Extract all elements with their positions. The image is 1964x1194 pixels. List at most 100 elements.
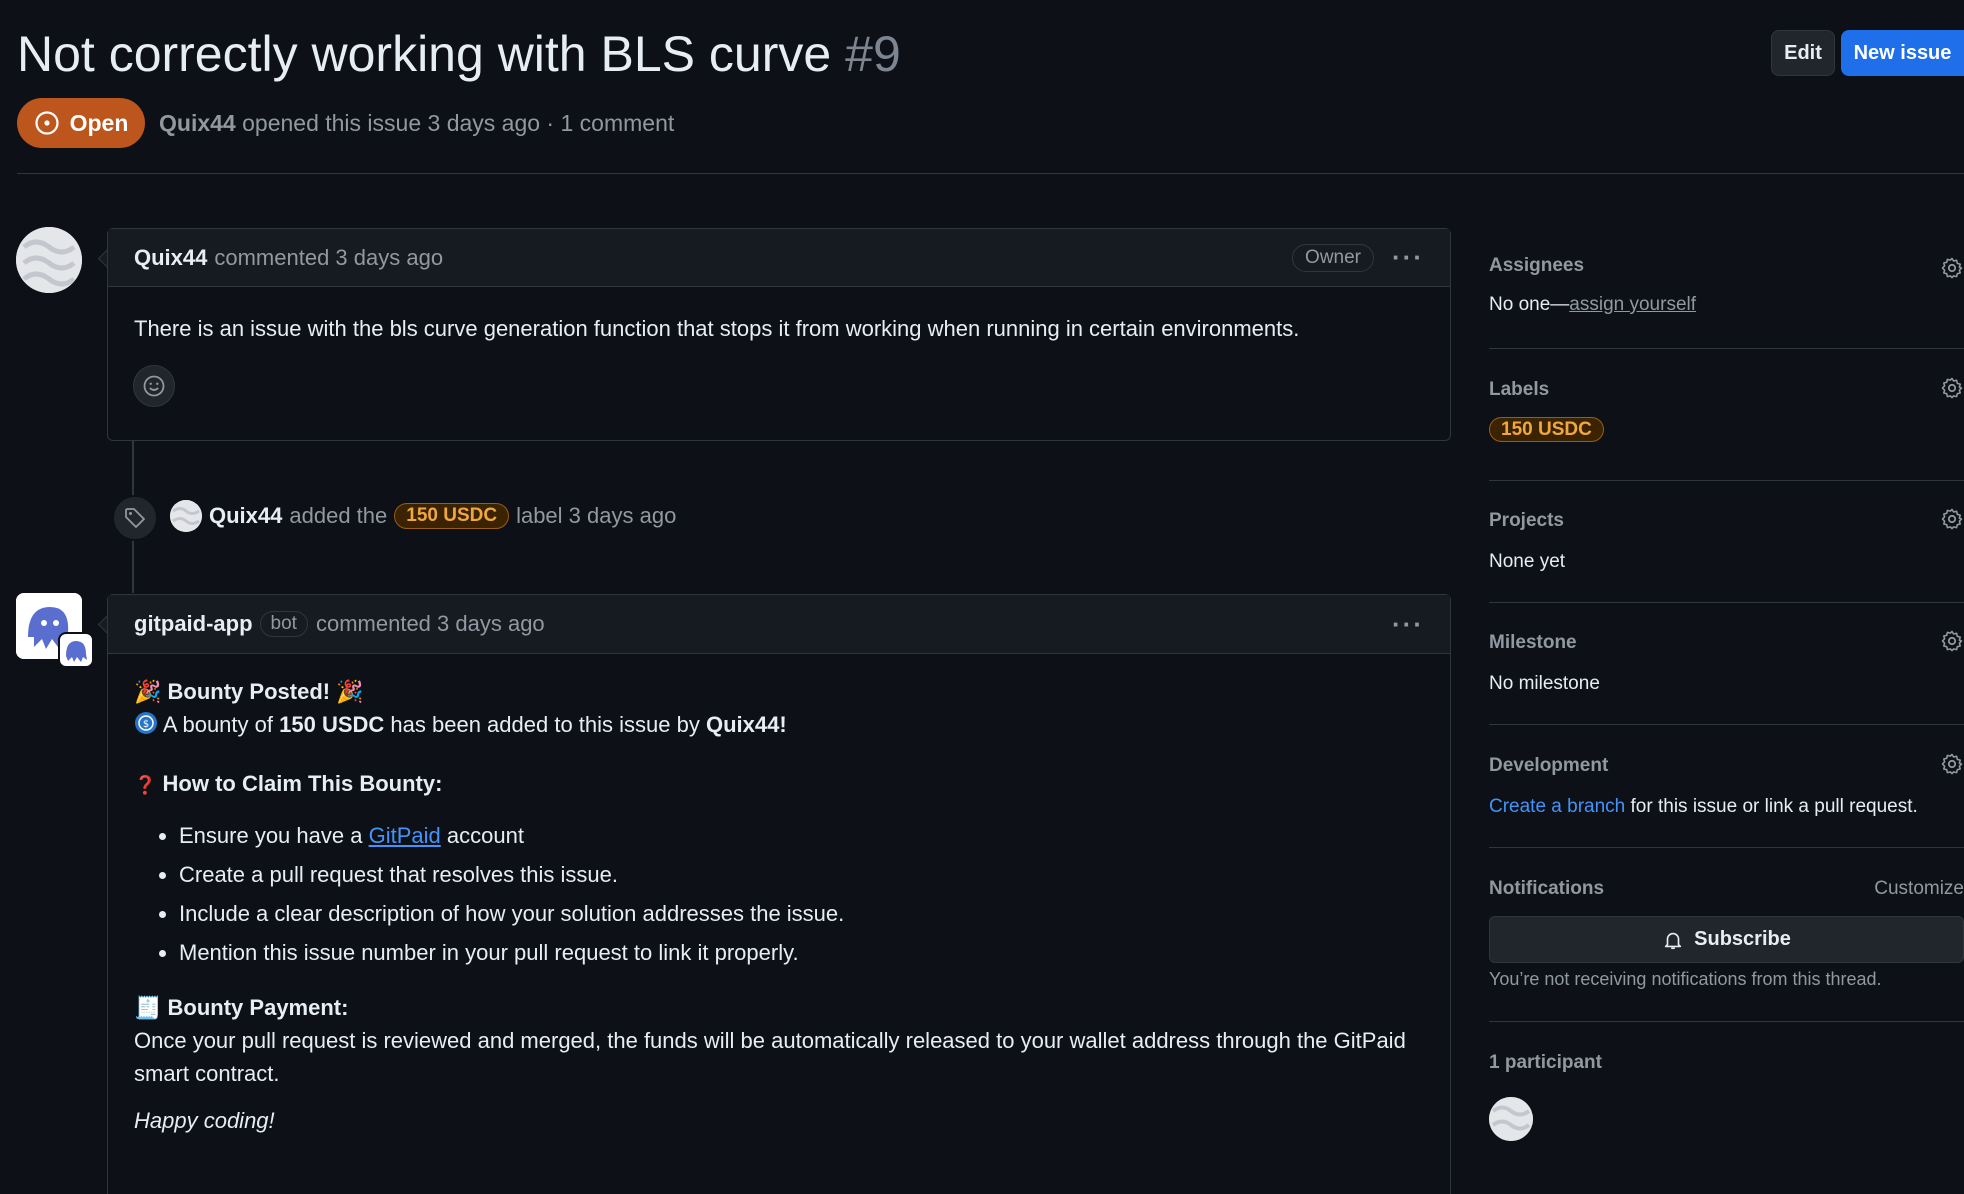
- sidebar-projects: Projects None yet: [1489, 481, 1964, 603]
- bot-comment-header: gitpaid-app bot commented 3 days ago ···: [108, 595, 1450, 654]
- party-icon: 🎉: [336, 679, 364, 704]
- sidebar-development: Development Create a branch for this iss…: [1489, 725, 1964, 848]
- sidebar-assignees: Assignees No one—assign yourself: [1489, 232, 1964, 349]
- add-reaction-button[interactable]: [133, 365, 175, 407]
- milestone-value: No milestone: [1489, 673, 1600, 694]
- event-text-before: added the: [289, 503, 388, 528]
- comment-options-icon[interactable]: ···: [1392, 242, 1424, 273]
- claim-heading: ❓ How to Claim This Bounty:: [134, 767, 1424, 802]
- step1-prefix: Ensure you have a: [179, 823, 363, 848]
- event-text-after[interactable]: label 3 days ago: [516, 503, 676, 529]
- tag-icon: [125, 508, 145, 528]
- customize-link[interactable]: Customize: [1874, 878, 1964, 900]
- claim-heading-text: How to Claim This Bounty:: [162, 771, 443, 796]
- bounty-heading-text: Bounty Posted!: [167, 679, 331, 704]
- bot-avatar-overlay: [58, 632, 94, 668]
- assign-yourself-link[interactable]: assign yourself: [1569, 294, 1696, 315]
- bounty-prefix: A bounty of: [162, 712, 273, 737]
- assignees-title[interactable]: Assignees: [1489, 255, 1964, 277]
- bot-comment-box: gitpaid-app bot commented 3 days ago ···…: [107, 594, 1451, 1194]
- notifications-note: You’re not receiving notifications from …: [1489, 969, 1882, 989]
- avatar-pattern-icon: [170, 500, 202, 532]
- payment-heading: 🧾 Bounty Payment:: [134, 991, 1424, 1024]
- assignees-value: No one—assign yourself: [1489, 294, 1964, 316]
- bounty-user: Quix44!: [705, 712, 787, 737]
- gear-icon[interactable]: [1940, 507, 1964, 531]
- bounty-amount: 150 USDC: [279, 712, 385, 737]
- label-event: Quix44 added the 150 USDC label 3 days a…: [170, 499, 676, 533]
- gear-icon[interactable]: [1940, 256, 1964, 280]
- step1-suffix: account: [446, 823, 524, 848]
- list-item: Mention this issue number in your pull r…: [179, 933, 1424, 972]
- participants-title: 1 participant: [1489, 1052, 1602, 1073]
- gitpaid-link[interactable]: GitPaid: [369, 823, 441, 848]
- svg-text:$: $: [143, 719, 149, 730]
- sidebar-label-pill[interactable]: 150 USDC: [1489, 417, 1604, 442]
- bounty-heading: 🎉 Bounty Posted! 🎉: [134, 675, 1424, 708]
- usdc-coin-icon: $: [135, 712, 157, 734]
- issue-title: Not correctly working with BLS curve: [17, 26, 832, 82]
- question-icon: ❓: [134, 775, 157, 795]
- development-title[interactable]: Development: [1489, 755, 1964, 777]
- gear-icon[interactable]: [1940, 376, 1964, 400]
- bot-comment-time[interactable]: commented 3 days ago: [316, 611, 545, 637]
- bot-comment-body: 🎉 Bounty Posted! 🎉 $ A bounty of 150 USD…: [108, 654, 1450, 1137]
- smiley-icon: [143, 375, 165, 397]
- event-label-pill[interactable]: 150 USDC: [394, 503, 510, 529]
- issue-meta: Quix44 opened this issue 3 days ago · 1 …: [159, 110, 674, 137]
- event-actor[interactable]: Quix44: [209, 503, 282, 529]
- labels-title[interactable]: Labels: [1489, 379, 1964, 401]
- new-issue-button[interactable]: New issue: [1841, 30, 1964, 76]
- comment-author[interactable]: Quix44: [134, 245, 207, 271]
- owner-badge: Owner: [1292, 243, 1375, 272]
- subscribe-button[interactable]: Subscribe: [1489, 916, 1964, 963]
- gear-icon[interactable]: [1940, 752, 1964, 776]
- sidebar-participants: 1 participant: [1489, 1022, 1964, 1172]
- bot-badge: bot: [259, 611, 308, 637]
- bell-icon: [1664, 932, 1682, 949]
- participant-avatar[interactable]: [1489, 1097, 1533, 1141]
- assignees-none: No one—: [1489, 294, 1570, 315]
- create-branch-link[interactable]: Create a branch: [1489, 796, 1625, 817]
- claim-steps-list: Ensure you have a GitPaid account Create…: [134, 816, 1424, 972]
- sidebar-labels: Labels 150 USDC: [1489, 349, 1964, 481]
- closing-text: Happy coding!: [134, 1108, 275, 1133]
- header-divider: [17, 173, 1964, 174]
- issue-meta-text: opened this issue 3 days ago · 1 comment: [242, 110, 675, 136]
- avatar-pattern-icon: [16, 227, 82, 293]
- projects-title[interactable]: Projects: [1489, 510, 1964, 532]
- issue-number: #9: [845, 26, 901, 82]
- receipt-icon: 🧾: [134, 995, 162, 1020]
- bounty-line: $ A bounty of 150 USDC has been added to…: [134, 708, 1424, 741]
- list-item: Ensure you have a GitPaid account: [179, 816, 1424, 855]
- comment-time[interactable]: commented 3 days ago: [214, 245, 443, 271]
- projects-value: None yet: [1489, 551, 1566, 572]
- page-title: Not correctly working with BLS curve #9: [17, 18, 901, 90]
- list-item: Include a clear description of how your …: [179, 894, 1424, 933]
- issue-open-icon: [35, 111, 59, 135]
- event-avatar[interactable]: [170, 500, 202, 532]
- list-item: Create a pull request that resolves this…: [179, 855, 1424, 894]
- label-event-icon: [112, 495, 158, 541]
- bot-author[interactable]: gitpaid-app: [134, 611, 253, 637]
- comment-header: Quix44 commented 3 days ago Owner ···: [108, 229, 1450, 287]
- bot-comment-options-icon[interactable]: ···: [1392, 609, 1424, 640]
- status-label: Open: [69, 109, 129, 136]
- avatar[interactable]: [16, 227, 82, 293]
- status-badge: Open: [17, 98, 145, 148]
- subscribe-label: Subscribe: [1694, 928, 1791, 950]
- edit-button[interactable]: Edit: [1771, 30, 1835, 76]
- payment-heading-text: Bounty Payment:: [167, 995, 349, 1020]
- development-suffix: for this issue or link a pull request.: [1630, 796, 1918, 817]
- comment-body: There is an issue with the bls curve gen…: [134, 316, 1300, 341]
- comment-box: Quix44 commented 3 days ago Owner ··· Th…: [107, 228, 1451, 441]
- party-icon: 🎉: [134, 679, 162, 704]
- bounty-middle: has been added to this issue by: [390, 712, 700, 737]
- gear-icon[interactable]: [1940, 629, 1964, 653]
- small-octopus-icon: [66, 641, 87, 662]
- avatar-pattern-icon: [1489, 1097, 1533, 1141]
- sidebar-milestone: Milestone No milestone: [1489, 603, 1964, 725]
- milestone-title[interactable]: Milestone: [1489, 632, 1964, 654]
- issue-author-link[interactable]: Quix44: [159, 110, 236, 136]
- payment-text: Once your pull request is reviewed and m…: [134, 1028, 1406, 1086]
